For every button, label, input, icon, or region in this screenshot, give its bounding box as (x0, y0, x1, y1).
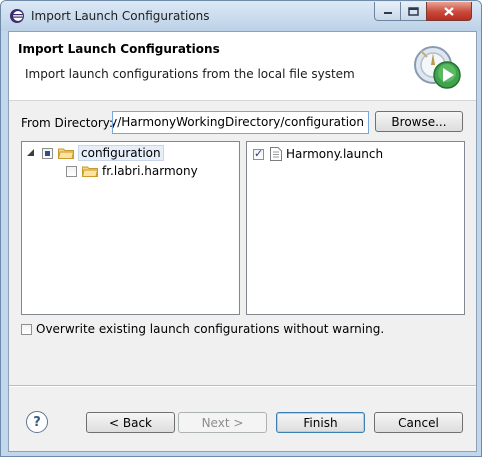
banner-description: Import launch configurations from the lo… (25, 67, 355, 81)
browse-button-label: Browse... (391, 114, 447, 129)
button-bar-separator (9, 385, 476, 387)
expand-arrow-icon[interactable] (26, 148, 36, 158)
maximize-icon (408, 6, 419, 16)
back-button-label: < Back (108, 415, 152, 430)
file-checkbox[interactable] (253, 147, 264, 160)
folder-icon (58, 148, 74, 159)
tree-item-fr-labri-harmony[interactable]: fr.labri.harmony (66, 163, 198, 179)
next-button-label: Next > (201, 415, 244, 430)
help-icon: ? (33, 414, 41, 430)
directory-input[interactable]: ıony/HarmonyWorkingDirectory/configurati… (112, 111, 369, 134)
help-button[interactable]: ? (26, 411, 48, 433)
file-item-label: Harmony.launch (286, 147, 384, 161)
overwrite-checkbox[interactable] (21, 323, 32, 335)
dialog-window: Import Launch Configurations Import Laun… (0, 0, 482, 457)
back-button[interactable]: < Back (86, 412, 175, 433)
close-button[interactable] (426, 2, 472, 21)
directory-label-text: From Directory: (21, 116, 114, 130)
tree-item-label: configuration (78, 145, 164, 161)
folder-icon (82, 166, 98, 177)
launch-configuration-icon (414, 46, 461, 89)
browse-button[interactable]: Browse... (375, 111, 463, 132)
overwrite-option[interactable]: Overwrite existing launch configurations… (21, 322, 384, 336)
file-icon (270, 147, 282, 161)
banner-title: Import Launch Configurations (18, 42, 220, 56)
title-bar: Import Launch Configurations (1, 1, 481, 31)
minimize-icon (383, 12, 392, 14)
folder-checkbox[interactable] (42, 147, 53, 159)
directory-label: From Directory: (21, 116, 113, 130)
wizard-banner: Import Launch Configurations Import laun… (9, 32, 476, 101)
cancel-button-label: Cancel (398, 415, 439, 430)
folder-checkbox[interactable] (66, 165, 77, 177)
overwrite-label: Overwrite existing launch configurations… (36, 322, 385, 336)
tree-item-label: fr.labri.harmony (102, 164, 198, 178)
close-icon (444, 6, 454, 16)
directory-input-value: ıony/HarmonyWorkingDirectory/configurati… (112, 115, 364, 129)
dialog-content: Import Launch Configurations Import laun… (8, 31, 477, 452)
next-button[interactable]: Next > (178, 412, 267, 433)
eclipse-icon (10, 9, 24, 23)
minimize-button[interactable] (374, 2, 401, 21)
finish-button[interactable]: Finish (276, 412, 365, 433)
window-title: Import Launch Configurations (31, 9, 210, 23)
folder-tree[interactable]: configuration fr.labri.harmony (21, 141, 240, 315)
finish-button-label: Finish (303, 415, 338, 430)
tree-item-configuration[interactable]: configuration (26, 145, 164, 161)
maximize-button[interactable] (400, 2, 427, 21)
file-list[interactable]: Harmony.launch (246, 141, 465, 315)
file-item-harmony-launch[interactable]: Harmony.launch (253, 146, 383, 162)
cancel-button[interactable]: Cancel (374, 412, 463, 433)
